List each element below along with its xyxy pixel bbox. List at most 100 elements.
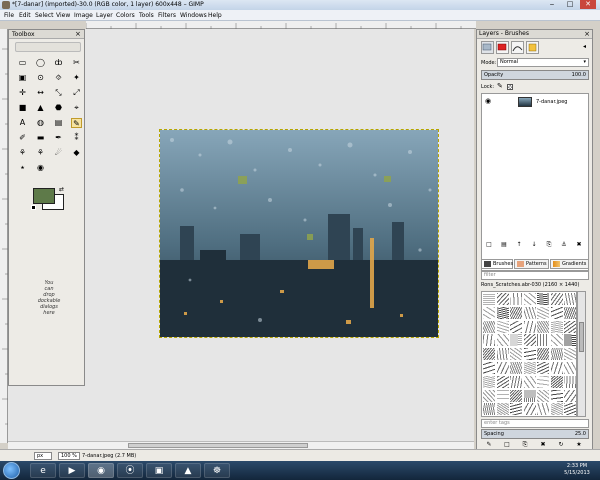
brush-thumbnail[interactable]: [483, 334, 495, 347]
tool-button[interactable]: ✎: [71, 118, 82, 128]
tool-button[interactable]: ȸ: [53, 58, 64, 68]
brush-thumbnail[interactable]: [564, 348, 576, 361]
brush-thumbnail[interactable]: [523, 362, 536, 374]
tab-undo-history[interactable]: [526, 41, 539, 54]
brush-thumbnail[interactable]: [523, 348, 536, 361]
tool-button[interactable]: ✛: [17, 88, 28, 98]
toolbox-image-area[interactable]: [15, 42, 81, 52]
brush-thumbnail[interactable]: [510, 306, 522, 319]
tab-paths[interactable]: [511, 41, 524, 54]
brush-thumbnail[interactable]: [523, 403, 536, 416]
tab-channels[interactable]: [496, 41, 509, 54]
tool-button[interactable]: ◍: [35, 118, 46, 128]
tool-button[interactable]: ⌖: [71, 103, 82, 113]
brush-thumbnail[interactable]: [564, 403, 576, 416]
taskbar-gimp-icon[interactable]: ◉: [88, 463, 114, 478]
brush-thumbnail[interactable]: [496, 320, 509, 333]
brush-thumbnail[interactable]: [550, 334, 563, 347]
mode-select[interactable]: Normal ▾: [497, 58, 589, 67]
tab-layers[interactable]: [481, 41, 494, 54]
toolbox-close-icon[interactable]: ×: [75, 30, 81, 38]
brush-thumbnail[interactable]: [510, 362, 522, 374]
taskbar-app-icon[interactable]: ☸: [204, 463, 230, 478]
tool-button[interactable]: ▲: [35, 103, 46, 113]
tool-button[interactable]: ✦: [71, 73, 82, 83]
tool-button[interactable]: ▭: [17, 58, 28, 68]
brush-thumbnail[interactable]: [523, 334, 536, 347]
menu-view[interactable]: View: [56, 12, 70, 19]
brush-thumbnail[interactable]: [537, 348, 549, 361]
start-button[interactable]: [3, 462, 20, 479]
tool-button[interactable]: ✂: [71, 58, 82, 68]
unit-select[interactable]: px: [34, 452, 52, 460]
brush-thumbnail[interactable]: [550, 293, 563, 305]
brush-thumbnail[interactable]: [564, 306, 576, 319]
menu-windows[interactable]: Windows: [180, 12, 207, 19]
brush-thumbnail[interactable]: [550, 362, 563, 374]
vertical-ruler[interactable]: [0, 29, 8, 443]
menu-edit[interactable]: Edit: [19, 12, 31, 19]
menu-help[interactable]: Help: [208, 12, 222, 19]
new-layer-icon[interactable]: □: [483, 241, 495, 248]
menu-colors[interactable]: Colors: [116, 12, 135, 19]
brush-thumbnail[interactable]: [564, 375, 576, 388]
tool-button[interactable]: ⤢: [71, 88, 82, 98]
refresh-brushes-icon[interactable]: ↻: [555, 441, 567, 448]
brush-thumbnail[interactable]: [564, 334, 576, 347]
close-button[interactable]: ✕: [580, 0, 596, 9]
anchor-layer-icon[interactable]: ⚓: [558, 241, 570, 248]
tool-button[interactable]: ⚘: [35, 148, 46, 158]
brush-thumbnail[interactable]: [483, 389, 495, 402]
brush-thumbnail[interactable]: [510, 389, 522, 402]
brush-thumbnail[interactable]: [537, 375, 549, 388]
brush-thumbnail[interactable]: [496, 375, 509, 388]
tool-button[interactable]: ■: [17, 103, 28, 113]
minimize-button[interactable]: ‒: [544, 0, 560, 9]
brush-thumbnail[interactable]: [483, 348, 495, 361]
tool-button[interactable]: ⁑: [71, 133, 82, 143]
tab-patterns[interactable]: Patterns: [514, 259, 549, 269]
favorite-brush-icon[interactable]: ★: [573, 441, 585, 448]
tool-button[interactable]: ⤡: [53, 88, 64, 98]
brush-thumbnail[interactable]: [523, 320, 536, 333]
brush-thumbnail[interactable]: [550, 348, 563, 361]
brush-thumbnail[interactable]: [523, 306, 536, 319]
brushes-scrollbar[interactable]: [577, 291, 586, 417]
taskbar-explorer-icon[interactable]: ▣: [146, 463, 172, 478]
brush-thumbnail[interactable]: [496, 403, 509, 416]
tool-button[interactable]: ⚘: [17, 148, 28, 158]
brush-filter-input[interactable]: filter: [481, 271, 589, 280]
eye-icon[interactable]: ◉: [485, 97, 491, 105]
brush-thumbnail[interactable]: [550, 389, 563, 402]
brushes-scrollbar-thumb[interactable]: [579, 322, 584, 352]
brush-thumbnail[interactable]: [550, 375, 563, 388]
menu-image[interactable]: Image: [74, 12, 93, 19]
new-layer-group-icon[interactable]: ▤: [498, 241, 510, 248]
delete-brush-icon[interactable]: ✖: [537, 441, 549, 448]
tool-button[interactable]: [71, 163, 82, 173]
brush-thumbnail[interactable]: [537, 306, 549, 319]
brush-thumbnail[interactable]: [510, 320, 522, 333]
brush-thumbnail[interactable]: [496, 293, 509, 305]
tool-button[interactable]: ▤: [53, 118, 64, 128]
horizontal-scrollbar-thumb[interactable]: [128, 443, 308, 448]
tab-gradients[interactable]: Gradients: [550, 259, 589, 269]
zoom-select[interactable]: 100 %: [58, 452, 80, 460]
taskbar-clock[interactable]: 2:33 PM 5/15/2013: [556, 463, 598, 477]
brush-thumbnail[interactable]: [523, 389, 536, 402]
tool-button[interactable]: ⬣: [53, 103, 64, 113]
brush-thumbnail[interactable]: [537, 334, 549, 347]
menu-file[interactable]: File: [4, 12, 14, 19]
menu-layer[interactable]: Layer: [96, 12, 113, 19]
tool-button[interactable]: ✐: [17, 133, 28, 143]
brush-thumbnail[interactable]: [483, 306, 495, 319]
brush-thumbnail[interactable]: [496, 389, 509, 402]
spacing-slider[interactable]: Spacing 25.0: [481, 429, 589, 439]
brush-thumbnail[interactable]: [523, 375, 536, 388]
taskbar-media-icon[interactable]: ▶: [59, 463, 85, 478]
brush-thumbnail[interactable]: [537, 320, 549, 333]
menu-select[interactable]: Select: [35, 12, 54, 19]
brush-thumbnail[interactable]: [537, 389, 549, 402]
brush-thumbnail[interactable]: [496, 306, 509, 319]
lock-alpha-icon[interactable]: [507, 84, 513, 90]
